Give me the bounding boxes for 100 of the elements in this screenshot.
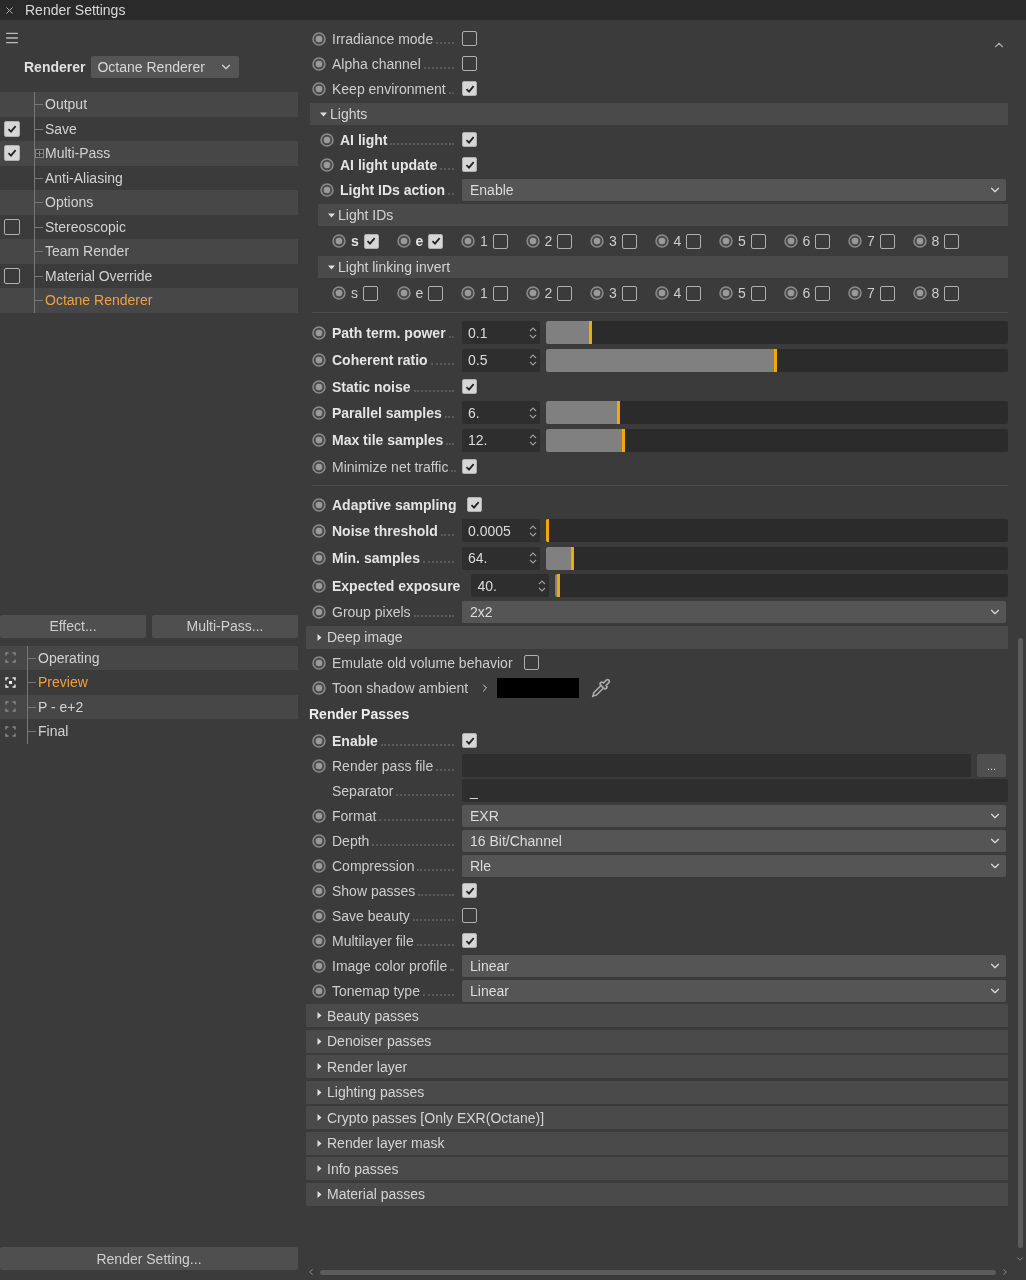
ring-dot-icon[interactable] — [312, 379, 326, 394]
ring-dot-icon[interactable] — [332, 286, 346, 300]
collapsed-group-header[interactable]: Denoiser passes — [306, 1029, 1008, 1053]
input-field[interactable]: _ — [462, 779, 1008, 802]
scrollbar-thumb[interactable] — [1017, 638, 1023, 1248]
checkbox[interactable] — [4, 267, 20, 284]
ring-dot-icon[interactable] — [320, 132, 334, 147]
number-field[interactable]: 40. — [471, 574, 550, 598]
ring-dot-icon[interactable] — [312, 433, 326, 448]
number-field[interactable]: 64. — [462, 546, 540, 570]
checkbox[interactable] — [879, 233, 895, 249]
ring-dot-icon[interactable] — [461, 234, 475, 248]
slider-track[interactable] — [546, 321, 1008, 345]
checkbox[interactable] — [363, 285, 378, 301]
collapsed-group-header[interactable]: Beauty passes — [306, 1004, 1008, 1027]
checkbox[interactable] — [462, 157, 477, 172]
ring-dot-icon[interactable] — [312, 56, 326, 71]
checkbox[interactable] — [428, 285, 444, 301]
ring-dot-icon[interactable] — [312, 325, 326, 340]
dropdown[interactable]: EXR — [462, 804, 1006, 827]
dropdown[interactable]: Linear — [462, 954, 1006, 977]
ring-dot-icon[interactable] — [312, 758, 326, 773]
ring-dot-icon[interactable] — [848, 286, 862, 300]
ring-dot-icon[interactable] — [783, 234, 798, 248]
collapsed-group-header[interactable]: Info passes — [306, 1157, 1008, 1180]
ring-dot-icon[interactable] — [312, 733, 326, 748]
nav-item[interactable]: Options — [45, 194, 94, 211]
ring-dot-icon[interactable] — [312, 578, 326, 593]
ring-dot-icon[interactable] — [312, 523, 326, 538]
collapsed-group-header[interactable]: Lighting passes — [306, 1080, 1008, 1104]
checkbox[interactable] — [428, 233, 444, 249]
checkbox[interactable] — [462, 81, 477, 96]
slider-track[interactable] — [546, 546, 1008, 570]
ring-dot-icon[interactable] — [312, 808, 326, 823]
checkbox[interactable] — [462, 31, 477, 46]
ring-dot-icon[interactable] — [312, 81, 326, 96]
ring-dot-icon[interactable] — [312, 680, 326, 695]
ring-dot-icon[interactable] — [332, 234, 346, 248]
checkbox[interactable] — [557, 233, 573, 249]
number-field[interactable]: 12. — [462, 428, 540, 452]
checkbox[interactable] — [467, 497, 483, 512]
checkbox[interactable] — [815, 233, 831, 249]
ring-dot-icon[interactable] — [312, 908, 326, 923]
preset-item[interactable]: Preview — [38, 674, 88, 691]
checkbox[interactable] — [363, 233, 379, 249]
render-setting-button[interactable]: Render Setting... — [0, 1247, 298, 1270]
scroll-left-icon[interactable] — [306, 1267, 316, 1277]
ring-dot-icon[interactable] — [654, 234, 669, 248]
ring-dot-icon[interactable] — [719, 234, 733, 248]
eyedropper-icon[interactable] — [591, 677, 612, 698]
slider-track[interactable] — [546, 428, 1008, 452]
action-button[interactable]: Effect... — [0, 614, 146, 638]
scroll-right-icon[interactable] — [1000, 1267, 1010, 1277]
collapsed-group-header[interactable]: Crypto passes [Only EXR(Octane)] — [306, 1106, 1008, 1129]
renderer-dropdown[interactable]: Octane Renderer — [91, 56, 240, 78]
ring-dot-icon[interactable] — [396, 286, 411, 300]
nav-item[interactable]: Team Render — [45, 243, 130, 260]
ring-dot-icon[interactable] — [654, 286, 669, 300]
checkbox[interactable] — [944, 233, 960, 249]
ring-dot-icon[interactable] — [461, 286, 475, 300]
slider-track[interactable] — [546, 519, 1008, 543]
dropdown[interactable]: Linear — [462, 979, 1006, 1002]
ring-dot-icon[interactable] — [783, 286, 798, 300]
checkbox[interactable] — [4, 145, 20, 162]
ring-dot-icon[interactable] — [396, 234, 411, 248]
ring-dot-icon[interactable] — [320, 182, 334, 197]
ring-dot-icon[interactable] — [312, 605, 326, 619]
dropdown[interactable]: Enable — [462, 178, 1006, 201]
ring-dot-icon[interactable] — [312, 833, 326, 848]
ring-dot-icon[interactable] — [312, 353, 326, 368]
action-button[interactable]: Multi-Pass... — [152, 614, 298, 638]
nav-item[interactable]: Multi-Pass — [45, 145, 111, 162]
close-icon[interactable] — [4, 4, 15, 16]
slider-track[interactable] — [555, 574, 1008, 598]
preset-item[interactable]: P - e+2 — [38, 698, 84, 715]
ring-dot-icon[interactable] — [312, 933, 326, 948]
ring-dot-icon[interactable] — [312, 31, 326, 46]
checkbox[interactable] — [462, 379, 477, 394]
nav-item[interactable]: Material Override — [45, 267, 153, 284]
checkbox[interactable] — [815, 285, 831, 301]
ring-dot-icon[interactable] — [525, 234, 540, 248]
checkbox[interactable] — [462, 459, 477, 474]
checkbox[interactable] — [879, 285, 895, 301]
number-field[interactable]: 6. — [462, 401, 540, 425]
collapsed-group-header[interactable]: Render layer — [306, 1055, 1008, 1078]
slider-track[interactable] — [546, 348, 1008, 372]
collapsed-group-header[interactable]: Material passes — [306, 1182, 1008, 1206]
checkbox[interactable] — [557, 285, 573, 301]
checkbox[interactable] — [462, 56, 477, 71]
ring-dot-icon[interactable] — [312, 655, 326, 670]
checkbox[interactable] — [462, 132, 477, 147]
ring-dot-icon[interactable] — [912, 234, 927, 248]
scrollbar-thumb[interactable] — [320, 1269, 996, 1275]
preset-item[interactable]: Operating — [38, 649, 100, 666]
checkbox[interactable] — [750, 233, 766, 249]
dropdown[interactable]: 16 Bit/Channel — [462, 829, 1006, 852]
checkbox[interactable] — [686, 233, 702, 249]
checkbox[interactable] — [462, 883, 477, 898]
nav-item[interactable]: Stereoscopic — [45, 218, 126, 235]
ring-dot-icon[interactable] — [312, 883, 326, 898]
